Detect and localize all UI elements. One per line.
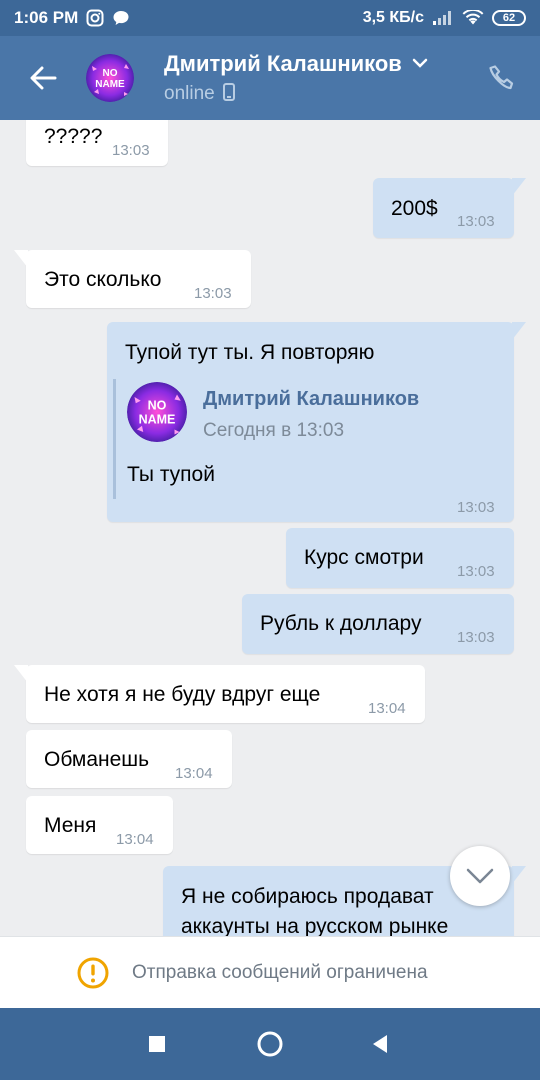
battery-icon: 62 — [492, 10, 526, 26]
network-speed: 3,5 КБ/с — [362, 9, 424, 26]
status-bar-left: 1:06 PM — [14, 8, 130, 28]
message-text-line1: Я не собираюсь продават — [181, 885, 434, 908]
contact-status: online — [164, 83, 215, 104]
forwarded-avatar: NO NAME — [127, 382, 187, 442]
message-text: ????? — [44, 125, 103, 148]
message-time: 13:04 — [116, 831, 154, 848]
message-outgoing[interactable]: Рубль к доллару 13:03 — [242, 594, 514, 654]
message-text: Тупой тут ты. Я повторяю — [125, 341, 375, 364]
wifi-icon — [462, 10, 484, 26]
call-button[interactable] — [484, 60, 520, 96]
message-time: 13:04 — [368, 700, 406, 717]
contact-info[interactable]: Дмитрий Калашников online — [164, 51, 428, 106]
status-time: 1:06 PM — [14, 8, 79, 27]
message-time: 13:03 — [194, 285, 232, 302]
recents-square-icon — [149, 1036, 165, 1052]
message-incoming[interactable]: Меня 13:04 — [26, 796, 173, 854]
chevron-down-icon — [412, 55, 428, 73]
warning-circle-icon — [76, 956, 110, 990]
recents-button[interactable] — [139, 1026, 175, 1062]
forwarded-author[interactable]: Дмитрий Калашников — [203, 386, 419, 412]
forwarded-date: Сегодня в 13:03 — [203, 420, 345, 441]
contact-avatar[interactable]: NO NAME — [86, 54, 134, 102]
mobile-phone-icon — [222, 82, 235, 106]
message-text-line2: аккаунты на русском рынке — [181, 915, 449, 936]
message-time: 13:03 — [457, 499, 495, 516]
chat-bubble-icon — [112, 9, 130, 27]
back-triangle-icon — [373, 1035, 387, 1053]
message-incoming[interactable]: Не хотя я не буду вдруг еще 13:04 — [14, 665, 425, 723]
forwarded-bar — [113, 379, 116, 499]
message-list[interactable]: ????? 13:03 200$ 13:03 Это сколько 13:03… — [0, 120, 540, 936]
contact-name: Дмитрий Калашников — [164, 50, 402, 76]
svg-text:NAME: NAME — [95, 79, 125, 90]
scroll-to-bottom-button[interactable] — [450, 846, 510, 906]
system-nav-bar — [0, 1008, 540, 1080]
message-text: Обманешь — [44, 748, 150, 771]
message-time: 13:03 — [457, 213, 495, 230]
status-bar-right: 3,5 КБ/с 62 — [363, 9, 526, 27]
message-outgoing[interactable]: 200$ 13:03 — [373, 178, 526, 238]
status-bar: 1:06 PM 3,5 КБ/с 62 — [0, 0, 540, 36]
chat-header: NO NAME Дмитрий Калашников online — [0, 36, 540, 120]
back-button[interactable] — [0, 36, 86, 120]
home-button[interactable] — [252, 1026, 288, 1062]
message-time: 13:04 — [175, 765, 213, 782]
message-text: Это сколько — [44, 268, 162, 291]
message-time: 13:03 — [112, 142, 150, 159]
message-text: Курс смотри — [304, 546, 424, 569]
back-nav-button[interactable] — [362, 1026, 398, 1062]
svg-text:NO: NO — [103, 68, 118, 79]
message-text: 200$ — [391, 197, 438, 220]
message-outgoing[interactable]: Курс смотри 13:03 — [286, 528, 514, 588]
message-text: Рубль к доллару — [260, 612, 422, 635]
back-arrow-icon — [30, 66, 57, 90]
svg-text:NAME: NAME — [139, 412, 176, 426]
notice-text: Отправка сообщений ограничена — [132, 961, 428, 983]
signal-icon — [432, 10, 454, 26]
message-time: 13:03 — [457, 563, 495, 580]
message-text: Не хотя я не буду вдруг еще — [44, 683, 321, 706]
message-incoming[interactable]: Это сколько 13:03 — [14, 250, 251, 308]
message-outgoing[interactable]: Тупой тут ты. Я повторяю NO NAME Дмитрий… — [107, 322, 526, 522]
home-circle-icon — [257, 1031, 283, 1057]
svg-text:NO: NO — [148, 399, 167, 413]
instagram-icon — [86, 9, 104, 27]
forwarded-text: Ты тупой — [127, 463, 215, 486]
message-text: Меня — [44, 814, 97, 837]
message-time: 13:03 — [457, 629, 495, 646]
chevron-down-icon — [466, 868, 494, 884]
message-incoming[interactable]: Обманешь 13:04 — [26, 730, 232, 788]
messaging-restricted-notice: Отправка сообщений ограничена — [0, 936, 540, 1008]
message-incoming[interactable]: ????? 13:03 — [26, 120, 168, 166]
phone-call-icon — [489, 65, 514, 90]
